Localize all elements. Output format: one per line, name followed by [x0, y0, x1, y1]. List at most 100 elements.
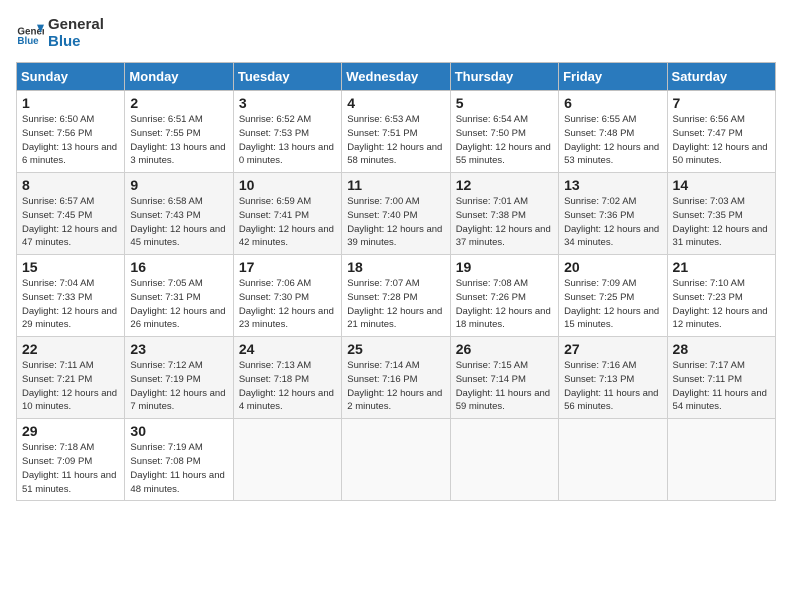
day-info: Sunrise: 7:06 AMSunset: 7:30 PMDaylight:…: [239, 277, 336, 332]
day-cell-29: 29 Sunrise: 7:18 AMSunset: 7:09 PMDaylig…: [17, 419, 125, 501]
day-number: 6: [564, 95, 661, 111]
day-cell-19: 19 Sunrise: 7:08 AMSunset: 7:26 PMDaylig…: [450, 255, 558, 337]
day-cell-27: 27 Sunrise: 7:16 AMSunset: 7:13 PMDaylig…: [559, 337, 667, 419]
day-number: 10: [239, 177, 336, 193]
day-info: Sunrise: 7:07 AMSunset: 7:28 PMDaylight:…: [347, 277, 444, 332]
day-number: 14: [673, 177, 770, 193]
day-info: Sunrise: 7:18 AMSunset: 7:09 PMDaylight:…: [22, 441, 119, 496]
day-cell-6: 6 Sunrise: 6:55 AMSunset: 7:48 PMDayligh…: [559, 91, 667, 173]
day-info: Sunrise: 6:58 AMSunset: 7:43 PMDaylight:…: [130, 195, 227, 250]
day-info: Sunrise: 6:57 AMSunset: 7:45 PMDaylight:…: [22, 195, 119, 250]
day-number: 3: [239, 95, 336, 111]
calendar-body: 1 Sunrise: 6:50 AMSunset: 7:56 PMDayligh…: [17, 91, 776, 501]
day-number: 30: [130, 423, 227, 439]
day-number: 21: [673, 259, 770, 275]
day-cell-14: 14 Sunrise: 7:03 AMSunset: 7:35 PMDaylig…: [667, 173, 775, 255]
day-info: Sunrise: 6:53 AMSunset: 7:51 PMDaylight:…: [347, 113, 444, 168]
logo-blue: Blue: [48, 33, 104, 50]
day-number: 2: [130, 95, 227, 111]
day-info: Sunrise: 6:56 AMSunset: 7:47 PMDaylight:…: [673, 113, 770, 168]
day-number: 11: [347, 177, 444, 193]
day-number: 20: [564, 259, 661, 275]
col-header-monday: Monday: [125, 63, 233, 91]
day-number: 19: [456, 259, 553, 275]
day-cell-8: 8 Sunrise: 6:57 AMSunset: 7:45 PMDayligh…: [17, 173, 125, 255]
day-number: 24: [239, 341, 336, 357]
calendar-week-2: 8 Sunrise: 6:57 AMSunset: 7:45 PMDayligh…: [17, 173, 776, 255]
day-cell-20: 20 Sunrise: 7:09 AMSunset: 7:25 PMDaylig…: [559, 255, 667, 337]
logo-icon: General Blue: [16, 19, 44, 47]
day-number: 13: [564, 177, 661, 193]
day-cell-21: 21 Sunrise: 7:10 AMSunset: 7:23 PMDaylig…: [667, 255, 775, 337]
day-number: 12: [456, 177, 553, 193]
calendar-week-4: 22 Sunrise: 7:11 AMSunset: 7:21 PMDaylig…: [17, 337, 776, 419]
day-info: Sunrise: 6:50 AMSunset: 7:56 PMDaylight:…: [22, 113, 119, 168]
day-number: 23: [130, 341, 227, 357]
day-info: Sunrise: 7:03 AMSunset: 7:35 PMDaylight:…: [673, 195, 770, 250]
day-info: Sunrise: 7:09 AMSunset: 7:25 PMDaylight:…: [564, 277, 661, 332]
day-cell-7: 7 Sunrise: 6:56 AMSunset: 7:47 PMDayligh…: [667, 91, 775, 173]
logo-general: General: [48, 16, 104, 33]
day-cell-5: 5 Sunrise: 6:54 AMSunset: 7:50 PMDayligh…: [450, 91, 558, 173]
logo: General Blue General Blue: [16, 16, 104, 50]
day-info: Sunrise: 7:12 AMSunset: 7:19 PMDaylight:…: [130, 359, 227, 414]
day-info: Sunrise: 7:04 AMSunset: 7:33 PMDaylight:…: [22, 277, 119, 332]
day-info: Sunrise: 7:02 AMSunset: 7:36 PMDaylight:…: [564, 195, 661, 250]
day-cell-4: 4 Sunrise: 6:53 AMSunset: 7:51 PMDayligh…: [342, 91, 450, 173]
col-header-thursday: Thursday: [450, 63, 558, 91]
day-info: Sunrise: 7:08 AMSunset: 7:26 PMDaylight:…: [456, 277, 553, 332]
day-info: Sunrise: 7:10 AMSunset: 7:23 PMDaylight:…: [673, 277, 770, 332]
day-cell-1: 1 Sunrise: 6:50 AMSunset: 7:56 PMDayligh…: [17, 91, 125, 173]
empty-cell: [233, 419, 341, 501]
day-cell-11: 11 Sunrise: 7:00 AMSunset: 7:40 PMDaylig…: [342, 173, 450, 255]
day-info: Sunrise: 7:17 AMSunset: 7:11 PMDaylight:…: [673, 359, 770, 414]
calendar-week-3: 15 Sunrise: 7:04 AMSunset: 7:33 PMDaylig…: [17, 255, 776, 337]
col-header-sunday: Sunday: [17, 63, 125, 91]
day-cell-10: 10 Sunrise: 6:59 AMSunset: 7:41 PMDaylig…: [233, 173, 341, 255]
day-number: 25: [347, 341, 444, 357]
calendar-week-5: 29 Sunrise: 7:18 AMSunset: 7:09 PMDaylig…: [17, 419, 776, 501]
day-number: 15: [22, 259, 119, 275]
day-number: 18: [347, 259, 444, 275]
day-info: Sunrise: 7:11 AMSunset: 7:21 PMDaylight:…: [22, 359, 119, 414]
empty-cell: [450, 419, 558, 501]
day-info: Sunrise: 7:15 AMSunset: 7:14 PMDaylight:…: [456, 359, 553, 414]
day-cell-2: 2 Sunrise: 6:51 AMSunset: 7:55 PMDayligh…: [125, 91, 233, 173]
day-info: Sunrise: 7:05 AMSunset: 7:31 PMDaylight:…: [130, 277, 227, 332]
day-cell-24: 24 Sunrise: 7:13 AMSunset: 7:18 PMDaylig…: [233, 337, 341, 419]
day-info: Sunrise: 7:00 AMSunset: 7:40 PMDaylight:…: [347, 195, 444, 250]
col-header-saturday: Saturday: [667, 63, 775, 91]
day-number: 9: [130, 177, 227, 193]
day-info: Sunrise: 6:52 AMSunset: 7:53 PMDaylight:…: [239, 113, 336, 168]
day-number: 7: [673, 95, 770, 111]
day-number: 8: [22, 177, 119, 193]
day-cell-16: 16 Sunrise: 7:05 AMSunset: 7:31 PMDaylig…: [125, 255, 233, 337]
day-cell-13: 13 Sunrise: 7:02 AMSunset: 7:36 PMDaylig…: [559, 173, 667, 255]
day-cell-18: 18 Sunrise: 7:07 AMSunset: 7:28 PMDaylig…: [342, 255, 450, 337]
day-cell-28: 28 Sunrise: 7:17 AMSunset: 7:11 PMDaylig…: [667, 337, 775, 419]
day-cell-9: 9 Sunrise: 6:58 AMSunset: 7:43 PMDayligh…: [125, 173, 233, 255]
day-number: 22: [22, 341, 119, 357]
day-info: Sunrise: 7:14 AMSunset: 7:16 PMDaylight:…: [347, 359, 444, 414]
day-number: 1: [22, 95, 119, 111]
empty-cell: [342, 419, 450, 501]
svg-text:Blue: Blue: [17, 36, 39, 47]
day-cell-23: 23 Sunrise: 7:12 AMSunset: 7:19 PMDaylig…: [125, 337, 233, 419]
calendar-header-row: SundayMondayTuesdayWednesdayThursdayFrid…: [17, 63, 776, 91]
day-cell-26: 26 Sunrise: 7:15 AMSunset: 7:14 PMDaylig…: [450, 337, 558, 419]
day-info: Sunrise: 6:55 AMSunset: 7:48 PMDaylight:…: [564, 113, 661, 168]
calendar-week-1: 1 Sunrise: 6:50 AMSunset: 7:56 PMDayligh…: [17, 91, 776, 173]
day-cell-12: 12 Sunrise: 7:01 AMSunset: 7:38 PMDaylig…: [450, 173, 558, 255]
day-info: Sunrise: 7:16 AMSunset: 7:13 PMDaylight:…: [564, 359, 661, 414]
day-cell-17: 17 Sunrise: 7:06 AMSunset: 7:30 PMDaylig…: [233, 255, 341, 337]
day-number: 16: [130, 259, 227, 275]
day-cell-25: 25 Sunrise: 7:14 AMSunset: 7:16 PMDaylig…: [342, 337, 450, 419]
day-info: Sunrise: 7:01 AMSunset: 7:38 PMDaylight:…: [456, 195, 553, 250]
day-cell-22: 22 Sunrise: 7:11 AMSunset: 7:21 PMDaylig…: [17, 337, 125, 419]
col-header-tuesday: Tuesday: [233, 63, 341, 91]
day-number: 17: [239, 259, 336, 275]
day-number: 5: [456, 95, 553, 111]
day-info: Sunrise: 6:51 AMSunset: 7:55 PMDaylight:…: [130, 113, 227, 168]
day-number: 26: [456, 341, 553, 357]
day-info: Sunrise: 6:54 AMSunset: 7:50 PMDaylight:…: [456, 113, 553, 168]
